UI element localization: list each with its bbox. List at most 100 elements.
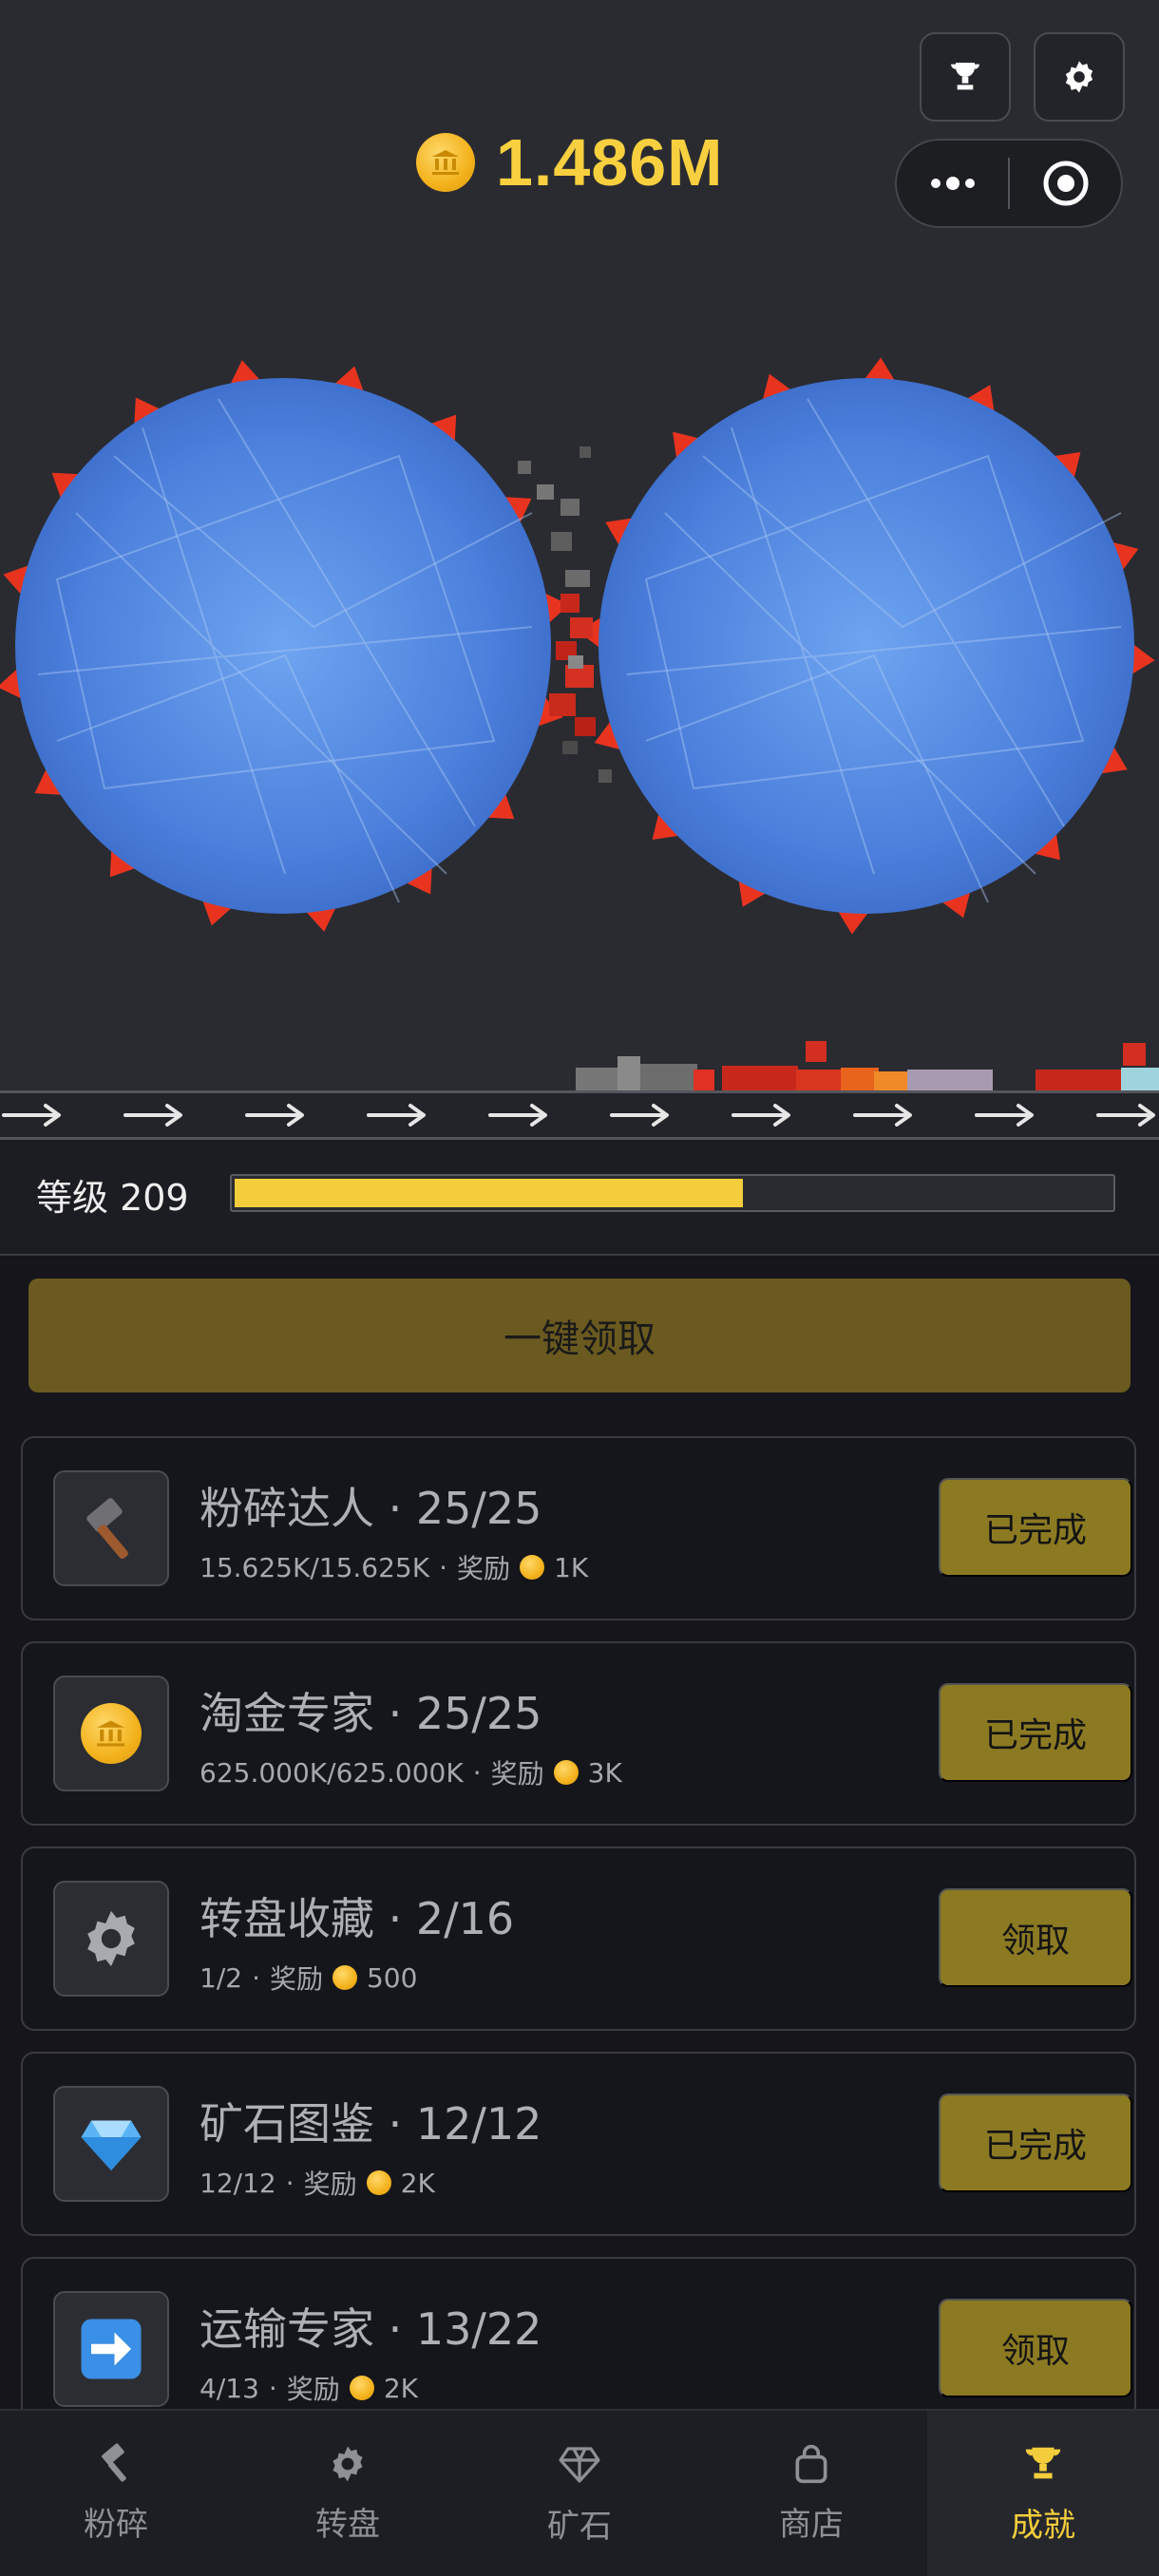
nav-tab-5[interactable]: 成就 [927,2411,1159,2576]
achievement-details: 12/12 · 奖励 2K [200,2164,435,2202]
diamond-icon [559,2446,600,2483]
reward-amount: 2K [383,2372,418,2404]
coin-icon [416,133,475,192]
coin-icon [520,1555,545,1580]
achievement-action-button[interactable]: 已完成 [939,2093,1132,2192]
trophy-button[interactable] [920,32,1011,122]
coin-value: 1.486M [496,125,724,199]
conveyor-arrow [610,1104,669,1127]
coin-balance: 1.486M [416,122,723,203]
reward-amount: 500 [366,1961,418,1994]
level-label: 等级 209 [36,1177,189,1219]
shopping-bag-icon [795,2444,827,2483]
more-dots-icon [930,177,975,190]
right-wheel [578,357,1155,935]
arrow-right-icon [81,2319,142,2379]
achievement-details: 625.000K/625.000K · 奖励 3K [200,1753,622,1791]
gear-icon [1065,61,1093,93]
separator-dot: · [439,1551,448,1583]
achievement-details: 1/2 · 奖励 500 [200,1959,417,1997]
achievement-details: 15.625K/15.625K · 奖励 1K [200,1548,588,1586]
conveyor-arrow [1096,1104,1155,1127]
conveyor-arrow [853,1104,912,1127]
conveyor-belt [0,1090,1159,1140]
reward-label: 奖励 [269,1963,323,1995]
conveyor-arrow [732,1104,790,1127]
achievement-title: 粉碎达人 · 25/25 [200,1483,542,1534]
more-button[interactable] [897,141,1008,226]
nav-tab-1[interactable]: 粉碎 [0,2411,232,2576]
achievement-icon-box [53,1470,169,1586]
coin-icon [366,2170,391,2195]
hammer-icon [102,2442,126,2482]
reward-amount: 2K [400,2167,435,2199]
separator-dot: · [472,1756,482,1789]
left-wheel [0,360,569,932]
gear-icon [332,2446,363,2481]
reward-label: 奖励 [303,2169,357,2200]
conveyor-arrow [367,1104,426,1127]
conveyor-arrow [488,1104,547,1127]
nav-tab-4[interactable]: 商店 [695,2411,927,2576]
achievement-card: 矿石图鉴 · 12/12 12/12 · 奖励 2K 已完成 [21,2052,1136,2236]
coin-icon [332,1965,357,1990]
level-bar: 等级 209 [0,1140,1159,1256]
coin-icon [349,2376,374,2400]
conveyor-arrow [2,1104,61,1127]
nav-tab-2[interactable]: 转盘 [232,2411,464,2576]
nav-tab-label: 成就 [1011,2506,1075,2545]
reward-label: 奖励 [457,1553,511,1584]
diamond-icon [81,2120,142,2170]
achievement-title: 矿石图鉴 · 12/12 [200,2098,542,2150]
separator-dot: · [252,1961,260,1994]
gear-icon [87,1910,135,1967]
achievement-action-button[interactable]: 领取 [939,2299,1132,2397]
achievement-title: 淘金专家 · 25/25 [200,1688,542,1739]
achievement-progress: 625.000K/625.000K [200,1756,464,1789]
achievement-details: 4/13 · 奖励 2K [200,2369,418,2407]
trophy-icon [1025,2447,1061,2478]
achievement-progress: 4/13 [200,2372,259,2404]
crusher-wheels [0,357,1155,935]
nav-tab-label: 转盘 [315,2505,380,2544]
reward-label: 奖励 [286,2374,340,2405]
ore-on-belt [576,1041,1159,1092]
reward-amount: 1K [554,1551,589,1583]
coin-icon [81,1703,142,1764]
game-area[interactable]: 1.486M [0,0,1159,1092]
conveyor-arrow [124,1104,182,1127]
separator-dot: · [268,2372,277,2404]
achievement-title: 运输专家 · 13/22 [200,2303,542,2355]
level-progress-fill [235,1179,743,1207]
achievement-progress: 1/2 [200,1961,243,1994]
bottom-nav: 粉碎 转盘 矿石 商店 成就 [0,2409,1159,2576]
separator-dot: · [285,2167,294,2199]
achievement-action-button[interactable]: 领取 [939,1888,1132,1987]
conveyor-arrow [245,1104,304,1127]
nav-tab-label: 商店 [779,2505,844,2544]
achievement-action-button[interactable]: 已完成 [939,1683,1132,1782]
achievement-card: 转盘收藏 · 2/16 1/2 · 奖励 500 领取 [21,1847,1136,2031]
trophy-icon [951,63,979,90]
target-icon [1043,161,1088,206]
settings-button[interactable] [1034,32,1125,122]
nav-tab-label: 粉碎 [84,2505,148,2544]
achievement-icon-box [53,1881,169,1997]
close-mini-program-button[interactable] [1010,141,1121,226]
achievement-icon-box [53,2291,169,2407]
conveyor-arrow [975,1104,1034,1127]
coin-icon [553,1760,579,1785]
hammer-icon [86,1498,128,1560]
claim-all-button[interactable]: 一键领取 [28,1279,1130,1392]
achievement-progress: 12/12 [200,2167,276,2199]
reward-label: 奖励 [490,1758,544,1790]
mini-program-capsule [895,139,1123,228]
achievement-action-button[interactable]: 已完成 [939,1478,1132,1577]
achievement-icon-box [53,1676,169,1791]
achievement-card: 淘金专家 · 25/25 625.000K/625.000K · 奖励 3K 已… [21,1641,1136,1826]
reward-amount: 3K [587,1756,622,1789]
level-progress-track [230,1174,1115,1212]
achievement-title: 转盘收藏 · 2/16 [200,1893,515,1944]
achievement-icon-box [53,2086,169,2202]
nav-tab-3[interactable]: 矿石 [464,2411,695,2576]
